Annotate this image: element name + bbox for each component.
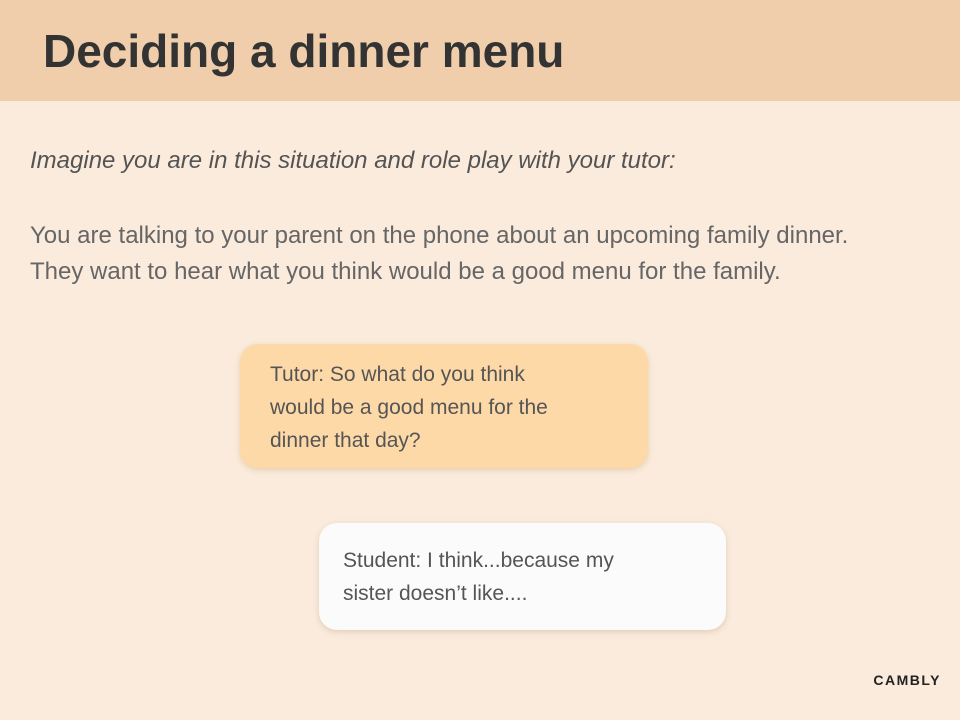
tutor-line: would be a good menu for the (270, 396, 548, 419)
scenario-line: They want to hear what you think would b… (30, 258, 781, 285)
scenario-text: You are talking to your parent on the ph… (30, 218, 848, 290)
scenario-line: You are talking to your parent on the ph… (30, 222, 849, 249)
student-speech-bubble: Student: I think...because my sister doe… (319, 523, 726, 630)
header-bar: Deciding a dinner menu (0, 0, 960, 101)
student-line: sister doesn’t like.... (343, 582, 528, 605)
tutor-line: Tutor: So what do you think (270, 363, 525, 386)
student-line: Student: I think...because my (343, 549, 614, 572)
instruction-text: Imagine you are in this situation and ro… (30, 147, 676, 174)
cambly-logo: CAMBLY (873, 672, 941, 688)
tutor-line: dinner that day? (270, 429, 421, 452)
slide-title: Deciding a dinner menu (43, 25, 565, 77)
tutor-speech-bubble: Tutor: So what do you think would be a g… (240, 344, 648, 468)
